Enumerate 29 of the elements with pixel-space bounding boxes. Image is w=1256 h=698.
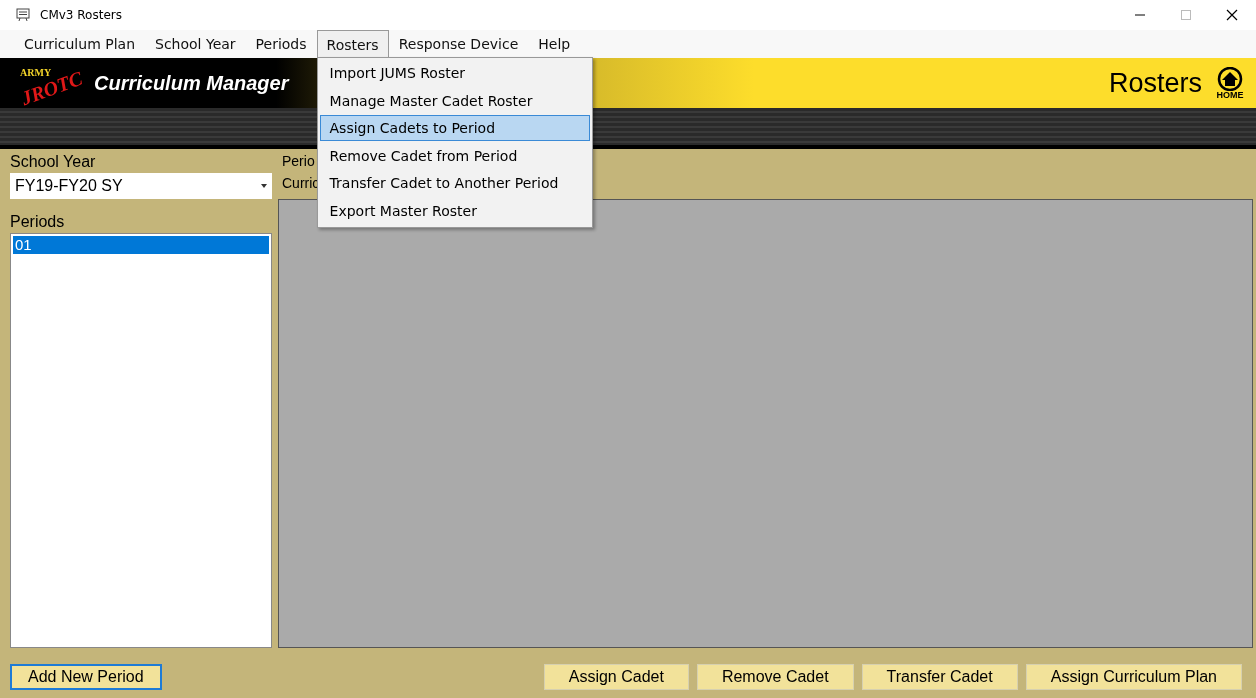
dropdown-arrow-icon[interactable] <box>261 184 267 188</box>
page-title: Rosters <box>1108 67 1202 99</box>
menu-item[interactable]: Periods <box>245 30 317 58</box>
dropdown-item[interactable]: Transfer Cadet to Another Period <box>319 170 590 196</box>
app-name: Curriculum Manager <box>94 71 289 95</box>
action-button[interactable]: Transfer Cadet <box>861 664 1018 690</box>
menu-item[interactable]: Curriculum Plan <box>14 30 145 58</box>
dropdown-item[interactable]: Export Master Roster <box>319 197 590 224</box>
field-label: Perio <box>281 153 315 171</box>
close-icon[interactable] <box>1226 9 1238 21</box>
menu-item[interactable]: School Year <box>145 30 246 58</box>
action-button[interactable]: Remove Cadet <box>696 664 854 690</box>
app-icon <box>16 8 30 22</box>
menu-item[interactable]: Help <box>528 30 581 58</box>
add-period-button[interactable]: Add New Period <box>10 664 162 690</box>
school-year-dropdown[interactable]: FY19-FY20 SY <box>10 173 272 199</box>
dropdown-item[interactable]: Remove Cadet from Period <box>319 142 590 169</box>
dropdown-item[interactable]: Import JUMS Roster <box>319 60 590 86</box>
field-label: School Year <box>10 153 97 172</box>
list-item[interactable]: 01 <box>13 236 269 254</box>
menu-item[interactable]: Rosters <box>316 30 389 58</box>
field-label: Curric <box>281 175 320 193</box>
dropdown-item[interactable]: Assign Cadets to Period <box>319 115 590 141</box>
action-button[interactable]: Assign Cadet <box>543 664 689 690</box>
menu-item[interactable]: Response Device <box>388 30 529 58</box>
field-label: Periods <box>10 213 66 232</box>
window-title: CMv3 Rosters <box>40 8 122 22</box>
action-button[interactable]: Assign Curriculum Plan <box>1025 664 1242 690</box>
dropdown-item[interactable]: Manage Master Cadet Roster <box>319 87 590 114</box>
